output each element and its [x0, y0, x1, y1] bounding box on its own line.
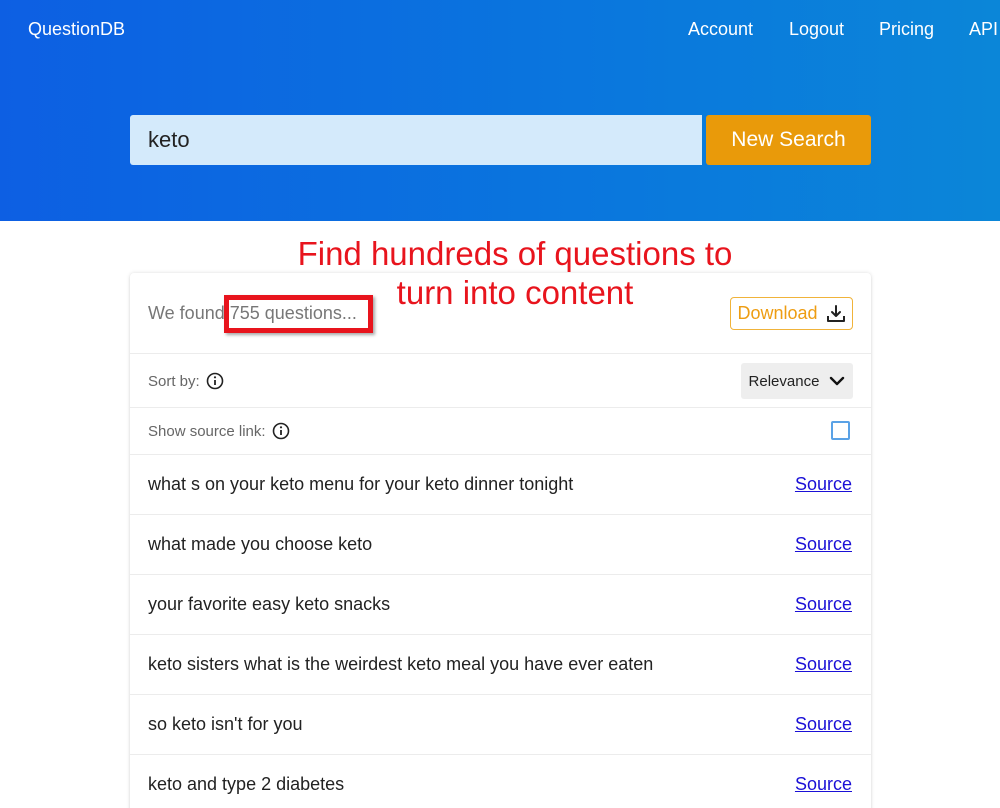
results-count-text: We found 755 questions...: [148, 303, 357, 324]
question-row: so keto isn't for you Source: [130, 695, 871, 755]
info-icon[interactable]: [206, 372, 224, 390]
question-row: what made you choose keto Source: [130, 515, 871, 575]
question-text: what made you choose keto: [148, 534, 373, 554]
sort-label: Sort by:: [148, 372, 200, 390]
question-row: keto and type 2 diabetes Source: [130, 755, 871, 808]
download-button-label: Download: [737, 303, 818, 323]
sort-select[interactable]: Relevance: [741, 363, 853, 399]
source-link[interactable]: Source: [795, 594, 852, 615]
question-text: keto and type 2 diabetes: [148, 774, 345, 794]
nav-pricing-link[interactable]: Pricing: [879, 19, 934, 40]
show-source-checkbox[interactable]: [831, 421, 850, 440]
nav-logout-link[interactable]: Logout: [789, 19, 844, 40]
hero-header: QuestionDB Account Logout Pricing API Ne…: [0, 0, 1000, 221]
new-search-button[interactable]: New Search: [706, 115, 871, 165]
info-icon[interactable]: [272, 422, 290, 440]
source-link[interactable]: Source: [795, 534, 852, 555]
brand-logo[interactable]: QuestionDB: [28, 19, 125, 40]
question-text: what s on your keto menu for your keto d…: [148, 474, 574, 494]
question-text: so keto isn't for you: [148, 714, 303, 734]
sort-select-value: Relevance: [748, 372, 820, 390]
download-button[interactable]: Download: [730, 297, 853, 330]
show-source-row: Show source link:: [130, 408, 871, 455]
show-source-label: Show source link:: [148, 422, 266, 440]
results-count: 755 questions...: [229, 303, 357, 323]
source-link[interactable]: Source: [795, 714, 852, 735]
results-card: We found 755 questions... Download Sort …: [130, 273, 871, 808]
source-link[interactable]: Source: [795, 654, 852, 675]
question-row: keto sisters what is the weirdest keto m…: [130, 635, 871, 695]
nav-api-link[interactable]: API: [969, 19, 998, 40]
chevron-down-icon: [830, 376, 845, 386]
search-input[interactable]: [130, 115, 702, 165]
show-source-label-group: Show source link:: [148, 422, 290, 440]
sort-row: Sort by: Relevance: [130, 354, 871, 408]
question-row: what s on your keto menu for your keto d…: [130, 455, 871, 515]
source-link[interactable]: Source: [795, 474, 852, 495]
download-icon: [826, 304, 845, 322]
question-text: keto sisters what is the weirdest keto m…: [148, 654, 654, 674]
question-row: your favorite easy keto snacks Source: [130, 575, 871, 635]
nav-account-link[interactable]: Account: [688, 19, 753, 40]
results-prefix: We found: [148, 303, 225, 323]
source-link[interactable]: Source: [795, 774, 852, 795]
question-text: your favorite easy keto snacks: [148, 594, 391, 614]
results-summary-row: We found 755 questions... Download: [130, 273, 871, 354]
annotation-line-1: Find hundreds of questions to: [297, 235, 733, 272]
sort-label-group: Sort by:: [148, 372, 224, 390]
